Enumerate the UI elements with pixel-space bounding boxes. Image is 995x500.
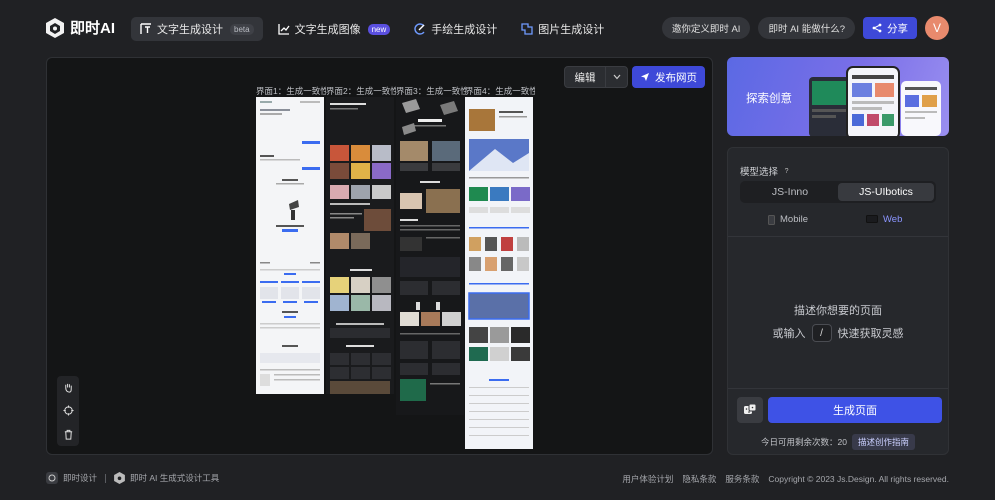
- trash-icon[interactable]: [63, 429, 74, 440]
- brand-label[interactable]: 即时设计: [63, 472, 97, 484]
- screen-thumbnail-3[interactable]: [396, 97, 464, 415]
- screen-4-preview: [468, 109, 530, 436]
- share-button[interactable]: 分享: [863, 17, 917, 39]
- sketch-icon: [414, 23, 425, 35]
- header-actions: 邀你定义即时 AI 即时 AI 能做什么? 分享 V: [661, 16, 949, 40]
- device-web-label: Web: [883, 214, 903, 225]
- nav-text-to-design[interactable]: 文字生成设计 beta: [131, 17, 263, 41]
- device-mobile-label: Mobile: [780, 214, 808, 225]
- share-icon: [872, 23, 882, 33]
- logo-text: 即时AI: [70, 20, 116, 37]
- screen-1-preview: [260, 101, 320, 386]
- footer-brand: 即时设计 即时 AI 生成式设计工具: [46, 472, 219, 484]
- dice-icon: [744, 403, 757, 414]
- send-icon: [641, 73, 649, 81]
- screen-thumbnail-4[interactable]: [465, 97, 533, 449]
- avatar[interactable]: V: [925, 16, 949, 40]
- screen-label-4: 界面4：生成一致性的设计: [465, 86, 535, 96]
- new-badge: new: [367, 23, 391, 35]
- model-label-text: 模型选择: [740, 167, 779, 178]
- share-label: 分享: [887, 22, 908, 35]
- prompt-hint-line1: 描述你想要的页面: [794, 305, 882, 317]
- text-design-icon: [140, 23, 151, 34]
- screen-label-2: 界面2：生成一致性的设计: [326, 86, 396, 96]
- mobile-icon: [768, 214, 775, 225]
- publish-button[interactable]: 发布网页: [632, 66, 705, 88]
- beta-badge: beta: [230, 23, 254, 35]
- screen-label-1: 界面1：生成一致性的设计: [256, 86, 326, 96]
- explore-banner[interactable]: 探索创意: [727, 57, 949, 136]
- chart-icon: [277, 24, 290, 35]
- edit-control: 编辑: [564, 66, 628, 88]
- canvas-toolbar: [57, 376, 79, 446]
- nav-label: 手绘生成设计: [431, 24, 498, 36]
- footer-links: 用户体验计划 隐私条款 服务条款 Copyright © 2023 Js.Des…: [622, 473, 949, 485]
- hint-suffix: 快速获取灵感: [837, 328, 904, 340]
- logo[interactable]: 即时AI: [46, 17, 115, 38]
- divider: [728, 236, 948, 237]
- monitor-icon: [866, 215, 878, 223]
- hint-prefix: 或输入: [772, 328, 806, 340]
- edit-button[interactable]: 编辑: [565, 67, 605, 87]
- quota-text: 今日可用剩余次数：20: [761, 437, 847, 447]
- nav-sketch-to-design[interactable]: 手绘生成设计: [405, 17, 506, 41]
- jsdesign-logo-icon: [46, 472, 58, 484]
- model-option-inno[interactable]: JS-Inno: [742, 183, 838, 201]
- product-label: 即时 AI 生成式设计工具: [130, 473, 220, 483]
- top-bar: 即时AI 文字生成设计 beta 文字生成图像 new 手绘生成设计 图片生成设…: [0, 0, 995, 56]
- screen-thumbnail-1[interactable]: [256, 97, 324, 394]
- capabilities-button[interactable]: 即时 AI 能做什么?: [758, 17, 855, 39]
- hand-icon[interactable]: [63, 382, 74, 393]
- slash-key: /: [811, 324, 832, 342]
- target-icon[interactable]: [62, 405, 74, 417]
- device-web[interactable]: Web: [866, 214, 902, 225]
- main-nav: 文字生成设计 beta 文字生成图像 new 手绘生成设计 图片生成设计: [131, 17, 613, 41]
- chevron-down-icon: [613, 74, 620, 80]
- model-option-uibotics[interactable]: JS-UIbotics: [838, 183, 934, 201]
- screen-thumbnail-2[interactable]: [326, 97, 394, 394]
- prompt-hint-line2[interactable]: 或输入 / 快速获取灵感: [728, 324, 948, 342]
- nav-image-to-design[interactable]: 图片生成设计: [512, 17, 613, 41]
- jsai-logo-icon: [114, 472, 125, 484]
- separator: [105, 473, 107, 483]
- design-canvas[interactable]: 编辑 发布网页 界面1：生成一致性的设计 界面2：生成一致性的设计 界面3：生成…: [46, 57, 713, 455]
- screen-label-3: 界面3：生成一致性的设计: [396, 86, 466, 96]
- nav-label: 文字生成设计: [157, 24, 223, 36]
- nav-label: 文字生成图像: [294, 24, 361, 36]
- model-selector: JS-Inno JS-UIbotics: [740, 181, 936, 203]
- publish-label: 发布网页: [655, 71, 697, 84]
- invite-button[interactable]: 邀你定义即时 AI: [661, 17, 751, 39]
- footer-link-terms[interactable]: 服务条款: [725, 473, 759, 485]
- generation-panel: 模型选择 ? JS-Inno JS-UIbotics Mobile Web 描述…: [727, 147, 949, 455]
- device-mobile[interactable]: Mobile: [768, 214, 808, 225]
- logo-icon: [46, 17, 64, 38]
- help-icon[interactable]: ?: [782, 167, 791, 176]
- phones-illustration: [809, 66, 941, 136]
- generate-page-button[interactable]: 生成页面: [768, 397, 942, 423]
- divider: [728, 388, 948, 389]
- nav-text-to-image[interactable]: 文字生成图像 new: [269, 17, 400, 41]
- footer-link-privacy[interactable]: 隐私条款: [682, 473, 716, 485]
- copyright: Copyright © 2023 Js.Design. All rights r…: [768, 474, 949, 484]
- random-prompt-button[interactable]: [737, 397, 763, 423]
- quota-row: 今日可用剩余次数：20 描述创作指南: [728, 434, 948, 450]
- screen-3-preview: [400, 99, 461, 401]
- image-design-icon: [521, 23, 533, 35]
- nav-label: 图片生成设计: [538, 24, 605, 36]
- edit-dropdown[interactable]: [605, 67, 627, 87]
- prompt-guide-link[interactable]: 描述创作指南: [851, 434, 915, 450]
- screen-2-preview: [330, 103, 391, 394]
- model-select-label: 模型选择 ?: [740, 164, 791, 178]
- footer-link-ux-program[interactable]: 用户体验计划: [622, 473, 673, 485]
